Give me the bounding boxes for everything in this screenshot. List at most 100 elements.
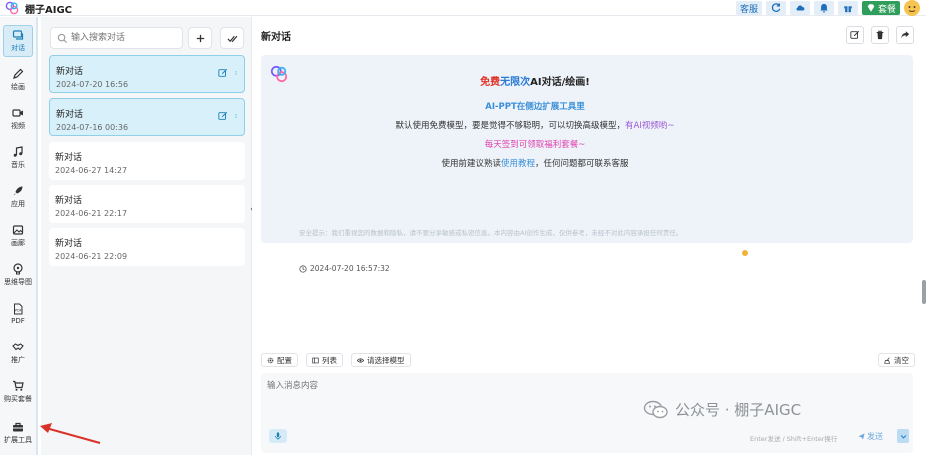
edit-icon[interactable] [218,68,228,78]
nav-label: 画廊 [11,239,25,247]
customer-service-button[interactable]: 客服 [735,1,762,15]
chat-main: 新对话 免费无限次AI对话/绘画! AI-PPT在侧边扩展工具里 默认使用免费模… [252,17,926,455]
handshake-icon [12,343,24,351]
notification-button[interactable] [813,1,834,15]
nav-item-pdf[interactable]: PDF PDF [3,298,33,330]
eye-icon [357,357,364,363]
list-button[interactable]: 列表 [306,353,343,367]
nav-item-apps[interactable]: 应用 [3,181,33,213]
scrollbar-thumb[interactable] [922,280,926,304]
nav-label: 音乐 [11,161,25,169]
composer-toolbar: 配置 列表 请选择模型 [261,353,411,367]
top-bar: 棚子AIGC 客服 套餐 [0,0,926,16]
left-nav: 对话 绘画 视频 音乐 应用 画廊 思维导图 PDF PDF 推广 购买套餐 扩… [0,17,38,455]
share-button[interactable] [896,26,914,44]
message-input[interactable] [267,379,667,397]
nav-label: PDF [11,317,25,325]
nav-item-extension-tools[interactable]: 扩展工具 [3,417,33,449]
cart-icon [13,380,24,391]
nav-item-video[interactable]: 视频 [3,103,33,135]
more-vertical-icon[interactable] [234,68,238,78]
edit-title-button[interactable] [846,26,864,44]
send-button[interactable]: 发送 [858,429,883,443]
tutorial-link[interactable]: 使用教程 [501,159,535,169]
nav-label: 思维导图 [4,278,32,286]
nav-item-buy-plan[interactable]: 购买套餐 [3,376,33,408]
rocket-icon [13,186,23,196]
model-select-button[interactable]: 请选择模型 [351,353,411,367]
nav-label: 视频 [11,122,25,130]
refresh-button[interactable] [765,1,786,15]
nav-label: 购买套餐 [4,395,32,403]
nav-item-mindmap[interactable]: 思维导图 [3,259,33,291]
more-vertical-icon[interactable] [234,111,238,121]
welcome-title-unlimited: 无限次 [500,77,531,88]
music-icon [13,146,23,157]
video-icon [12,109,23,117]
conversation-item[interactable]: 新对话 2024-07-20 16:56 [49,55,245,93]
edit-icon [850,30,860,39]
conversation-item[interactable]: 新对话 2024-06-21 22:09 [49,228,245,266]
search-input[interactable] [71,31,179,45]
diamond-icon [867,4,875,12]
svg-text:PDF: PDF [15,309,22,313]
search-box [50,27,183,49]
welcome-tutorial-prefix: 使用前建议熟读 [441,159,501,169]
refresh-icon [771,3,781,12]
send-hint: Enter发送 / Shift+Enter换行 [750,435,838,443]
nav-label: 应用 [11,200,25,208]
nav-item-chat[interactable]: 对话 [3,25,33,57]
send-options-button[interactable] [897,429,909,443]
conversation-title: 新对话 [56,67,84,77]
send-label: 发送 [867,431,883,441]
bell-icon [820,3,828,13]
config-button[interactable]: 配置 [261,353,298,367]
conversation-item[interactable]: 新对话 2024-06-21 22:17 [49,185,245,223]
config-label: 配置 [277,355,292,365]
batch-select-button[interactable] [220,27,244,49]
conversation-date: 2024-06-27 14:27 [55,166,128,175]
new-chat-button[interactable] [188,27,212,49]
theme-button[interactable] [789,1,810,15]
voice-input-button[interactable] [269,429,287,443]
vip-plan-label: 套餐 [877,4,896,15]
nav-label: 绘画 [11,83,25,91]
app-logo-icon [5,1,19,15]
welcome-message: 免费无限次AI对话/绘画! AI-PPT在侧边扩展工具里 默认使用免费模型，要是… [261,55,913,273]
nav-item-music[interactable]: 音乐 [3,142,33,174]
conversation-list-panel: 新对话 2024-07-20 16:56 新对话 2024-07-16 00:3… [41,17,252,455]
timestamp-text: 2024-07-20 16:57:32 [310,264,390,273]
pen-icon [13,68,24,79]
conversation-item[interactable]: 新对话 2024-07-16 00:36 [49,98,245,136]
edit-icon[interactable] [218,111,228,121]
notice-badge [742,250,748,256]
plus-icon [196,34,204,42]
toolbox-icon [13,422,23,432]
delete-chat-button[interactable] [871,26,889,44]
conversation-date: 2024-06-21 22:17 [55,209,128,218]
user-avatar[interactable] [904,0,920,16]
nav-item-draw[interactable]: 绘画 [3,64,33,96]
welcome-line-checkin: 每天签到可领取福利套餐~ [484,140,586,150]
send-icon [858,432,865,440]
gift-button[interactable] [837,1,858,15]
vip-plan-button[interactable]: 套餐 [861,1,900,15]
conversation-date: 2024-06-21 22:09 [55,252,128,261]
cloud-icon [796,5,805,11]
avatar-face-icon [904,0,920,16]
welcome-line-tutorial: 使用前建议熟读使用教程，任何问题都可联系客服 [335,157,735,169]
chat-icon [12,30,24,40]
assistant-avatar-icon [270,65,288,83]
top-actions: 客服 套餐 [735,0,920,16]
nav-item-gallery[interactable]: 画廊 [3,220,33,252]
clear-button[interactable]: 清空 [878,353,915,367]
nav-item-promote[interactable]: 推广 [3,337,33,369]
page-title: 新对话 [261,32,291,43]
welcome-video-link[interactable]: 有AI视频哟~ [625,121,674,131]
chevron-down-icon [900,434,906,439]
welcome-models-text: 默认使用免费模型，要是觉得不够聪明，可以切换高级模型， [395,121,626,131]
welcome-line-models: 默认使用免费模型，要是觉得不够聪明，可以切换高级模型，有AI视频哟~ [313,119,757,131]
trash-icon [876,30,884,40]
conversation-item[interactable]: 新对话 2024-06-27 14:27 [49,142,245,180]
message-timestamp: 2024-07-20 16:57:32 [299,264,390,273]
